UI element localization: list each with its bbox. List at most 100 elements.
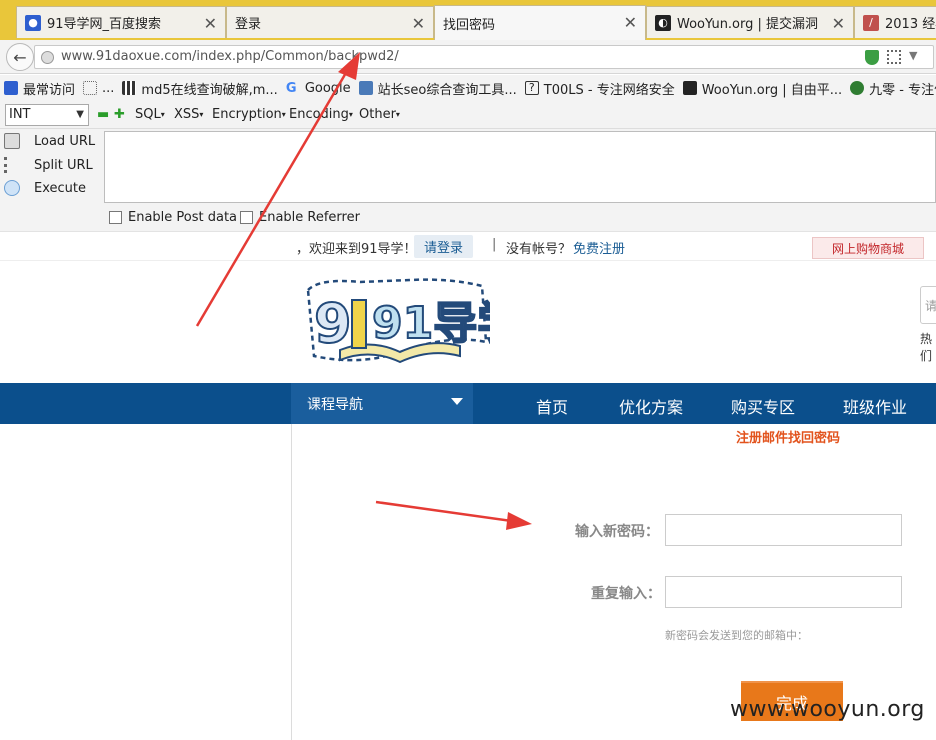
wooyun-icon [682, 81, 697, 95]
url-text[interactable]: www.91daoxue.com/index.php/Common/backpw… [61, 49, 399, 64]
menu-label: Encoding [289, 107, 349, 122]
bookmark-ellipsis[interactable]: ... [83, 81, 114, 96]
bookmark-label: 九零 - 专注信息安全 [869, 82, 936, 98]
checkbox-box[interactable] [240, 211, 253, 224]
bookmark-label: md5在线查询破解,m... [141, 82, 278, 98]
bookmark-label: 站长seo综合查询工具... [377, 82, 517, 98]
menu-label: XSS [174, 107, 200, 122]
no-account-text: 没有帐号？ [506, 242, 572, 257]
menu-encoding[interactable]: Encoding▾ [289, 107, 353, 122]
menu-sql[interactable]: SQL▾ [135, 107, 165, 122]
chevron-down-icon: ▼ [76, 109, 84, 120]
increase-icon[interactable]: ✚ [114, 107, 125, 122]
baidu-paw-icon: ● [25, 14, 41, 31]
menu-label: Other [359, 107, 396, 122]
bookmark-t00ls[interactable]: ? T00LS - 专注网络安全 [524, 79, 675, 98]
site-logo[interactable]: 9 91导学 [300, 272, 522, 372]
checkbox-box[interactable] [109, 211, 122, 224]
bookmark-label: T00LS - 专注网络安全 [543, 82, 675, 98]
repeat-password-input[interactable] [665, 576, 902, 608]
content-divider [291, 424, 292, 740]
split-url-button[interactable]: Split URL [4, 157, 93, 173]
decrease-icon[interactable]: ▬ [97, 107, 109, 122]
login-button[interactable]: 请登录 [414, 235, 474, 258]
watermark: www.wooyun.org [730, 697, 925, 722]
scissors-icon [4, 157, 20, 173]
wooyun-icon: ◐ [655, 14, 671, 31]
arrow-to-password-field [375, 500, 532, 530]
search-input[interactable]: 请 [920, 286, 936, 324]
tab-2013[interactable]: / 2013 经典 [854, 6, 936, 38]
course-nav-dropdown[interactable]: 课程导航 [291, 383, 473, 424]
execute-button[interactable]: Execute [4, 180, 86, 196]
logo-graphic: 9 91导学 [306, 278, 522, 364]
bookmark-most-visited[interactable]: 最常访问 [4, 79, 75, 98]
tab-login[interactable]: 登录 ✕ [226, 6, 434, 38]
button-label: Load URL [34, 133, 96, 149]
tab-wooyun[interactable]: ◐ WooYun.org | 提交漏洞 ✕ [646, 6, 854, 38]
hackbar-toolbar: INT ▼ ▬ ✚ SQL▾ XSS▾ Encryption▾ Encoding… [0, 101, 936, 129]
button-label: Split URL [34, 157, 93, 173]
bookmarks-toolbar: 最常访问 ... md5在线查询破解,m... G Google 站长seo综合… [0, 75, 936, 101]
google-icon: G [285, 81, 297, 96]
feather-icon: / [863, 14, 879, 31]
hot-search-label: 热们 [920, 332, 933, 363]
menu-xss[interactable]: XSS▾ [174, 107, 203, 122]
shield-icon[interactable] [865, 50, 879, 65]
checkbox-label: Enable Post data [128, 210, 238, 225]
nav-home[interactable]: 首页 [536, 394, 568, 418]
welcome-text: ，欢迎来到91导学！ [296, 242, 417, 257]
new-password-input[interactable] [665, 514, 902, 546]
tab-label: 找回密码 [443, 17, 496, 33]
tab-find-password[interactable]: 找回密码 ✕ [434, 5, 646, 40]
checkbox-label: Enable Referrer [259, 210, 360, 225]
hint-text: 新密码会发送到您的邮箱中： [665, 629, 808, 642]
address-bar[interactable]: www.91daoxue.com/index.php/Common/backpw… [34, 45, 934, 69]
tab-label: 2013 经典 [885, 17, 936, 32]
browser-tab-strip: ● 91导学网_百度搜索 ✕ 登录 ✕ 找回密码 ✕ ◐ WooYun.org … [0, 0, 936, 40]
load-url-button[interactable]: Load URL [4, 133, 95, 149]
nav-optimization[interactable]: 优化方案 [619, 394, 683, 418]
close-icon[interactable]: ✕ [832, 14, 845, 33]
bookmark-label: WooYun.org | 自由平... [701, 82, 843, 98]
course-nav-label: 课程导航 [307, 396, 363, 413]
navigation-bar: www.91daoxue.com/index.php/Common/backpw… [0, 40, 936, 74]
caret-icon: ▾ [160, 110, 165, 119]
enable-referrer-checkbox[interactable]: Enable Referrer [240, 210, 360, 225]
bookmark-md5[interactable]: md5在线查询破解,m... [122, 79, 278, 98]
bookmark-wooyun[interactable]: WooYun.org | 自由平... [682, 79, 843, 98]
bookmark-google[interactable]: G Google [285, 81, 351, 97]
site-top-bar: ，欢迎来到91导学！ 请登录 | 没有帐号？ 免费注册 网上购物商城 [0, 231, 936, 261]
back-button[interactable]: ← [6, 43, 34, 71]
main-nav: 课程导航 首页 优化方案 购买专区 班级作业 [0, 383, 936, 424]
nav-homework[interactable]: 班级作业 [843, 394, 907, 418]
caret-icon: ▾ [348, 110, 353, 119]
tab-baidu-search[interactable]: ● 91导学网_百度搜索 ✕ [16, 6, 226, 38]
menu-other[interactable]: Other▾ [359, 107, 400, 122]
svg-text:9: 9 [314, 292, 352, 355]
close-icon[interactable]: ✕ [204, 14, 217, 33]
globe-icon [41, 51, 54, 64]
hackbar-url-textarea[interactable] [104, 131, 936, 203]
bookmark-seo[interactable]: 站长seo综合查询工具... [358, 79, 517, 98]
form-title: 注册邮件找回密码 [736, 431, 841, 446]
bookmark-label: ... [102, 80, 115, 96]
button-label: Execute [34, 180, 86, 196]
dropdown-icon[interactable]: ▼ [909, 49, 917, 62]
menu-encryption[interactable]: Encryption▾ [212, 107, 286, 122]
play-icon [4, 180, 20, 196]
hackbar-panel: Load URL Split URL Execute Enable Post d… [0, 129, 936, 231]
tab-label: 91导学网_百度搜索 [47, 17, 162, 32]
menu-label: Encryption [212, 107, 282, 122]
hackbar-type-select[interactable]: INT ▼ [5, 104, 89, 126]
enable-post-checkbox[interactable]: Enable Post data [109, 210, 237, 225]
dotted-box-icon [83, 81, 98, 95]
close-icon[interactable]: ✕ [412, 14, 425, 33]
nav-purchase[interactable]: 购买专区 [731, 394, 795, 418]
qr-code-icon[interactable] [887, 50, 901, 64]
close-icon[interactable]: ✕ [624, 13, 637, 32]
bookmark-label: 最常访问 [23, 82, 76, 98]
shop-mall-button[interactable]: 网上购物商城 [812, 237, 924, 259]
bookmark-90sec[interactable]: 九零 - 专注信息安全 [850, 79, 936, 98]
register-link[interactable]: 免费注册 [573, 238, 625, 257]
